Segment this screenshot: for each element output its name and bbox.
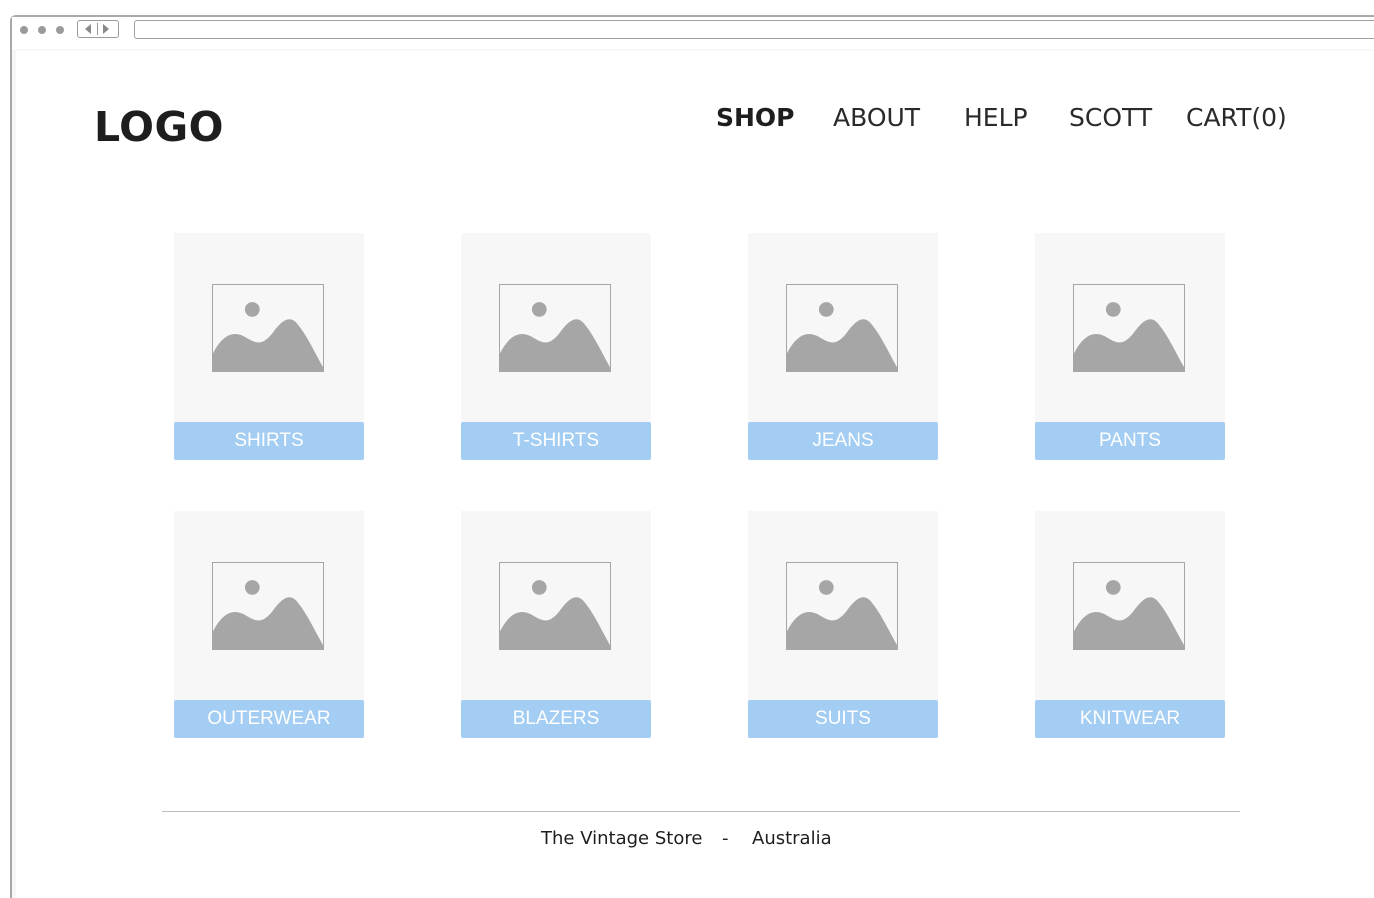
image-placeholder-icon: [499, 284, 611, 372]
category-image[interactable]: [174, 233, 364, 423]
footer-separator: -: [722, 828, 729, 849]
history-nav-buttons: [77, 20, 119, 38]
category-label-button[interactable]: KNITWEAR: [1035, 700, 1225, 738]
category-label-button[interactable]: SUITS: [748, 700, 938, 738]
nav-user-scott[interactable]: SCOTT: [1069, 103, 1152, 132]
nav-divider: [97, 23, 98, 35]
window-minimize-dot[interactable]: [38, 26, 46, 34]
category-tile[interactable]: OUTERWEAR: [174, 511, 364, 738]
footer-country: Australia: [752, 828, 832, 849]
nav-cart[interactable]: CART(0): [1186, 103, 1287, 132]
site-logo[interactable]: LOGO: [94, 103, 224, 151]
category-tile[interactable]: PANTS: [1035, 233, 1225, 460]
category-image[interactable]: [1035, 233, 1225, 423]
category-label-button[interactable]: JEANS: [748, 422, 938, 460]
window-zoom-dot[interactable]: [56, 26, 64, 34]
category-label-button[interactable]: SHIRTS: [174, 422, 364, 460]
footer-divider: [162, 811, 1240, 812]
image-placeholder-icon: [786, 562, 898, 650]
category-tile[interactable]: SHIRTS: [174, 233, 364, 460]
category-tile[interactable]: BLAZERS: [461, 511, 651, 738]
category-image[interactable]: [748, 233, 938, 423]
forward-arrow-icon[interactable]: [103, 24, 109, 34]
category-tile[interactable]: T-SHIRTS: [461, 233, 651, 460]
category-image[interactable]: [1035, 511, 1225, 701]
page-viewport: LOGO SHOP ABOUT HELP SCOTT CART(0) SHIRT…: [16, 51, 1374, 898]
category-image[interactable]: [174, 511, 364, 701]
category-image[interactable]: [748, 511, 938, 701]
category-image[interactable]: [461, 233, 651, 423]
address-bar[interactable]: [134, 20, 1374, 39]
back-arrow-icon[interactable]: [85, 24, 91, 34]
image-placeholder-icon: [1073, 284, 1185, 372]
window-close-dot[interactable]: [20, 26, 28, 34]
category-label-button[interactable]: BLAZERS: [461, 700, 651, 738]
category-image[interactable]: [461, 511, 651, 701]
category-tile[interactable]: JEANS: [748, 233, 938, 460]
category-label-button[interactable]: OUTERWEAR: [174, 700, 364, 738]
nav-help[interactable]: HELP: [964, 103, 1028, 132]
image-placeholder-icon: [1073, 562, 1185, 650]
footer-store-name: The Vintage Store: [541, 828, 703, 849]
image-placeholder-icon: [499, 562, 611, 650]
browser-toolbar: [12, 17, 1374, 49]
image-placeholder-icon: [212, 284, 324, 372]
browser-window: LOGO SHOP ABOUT HELP SCOTT CART(0) SHIRT…: [10, 15, 1374, 898]
category-tile[interactable]: SUITS: [748, 511, 938, 738]
nav-about[interactable]: ABOUT: [833, 103, 920, 132]
image-placeholder-icon: [212, 562, 324, 650]
image-placeholder-icon: [786, 284, 898, 372]
category-label-button[interactable]: PANTS: [1035, 422, 1225, 460]
nav-shop[interactable]: SHOP: [716, 103, 795, 132]
category-label-button[interactable]: T-SHIRTS: [461, 422, 651, 460]
category-tile[interactable]: KNITWEAR: [1035, 511, 1225, 738]
